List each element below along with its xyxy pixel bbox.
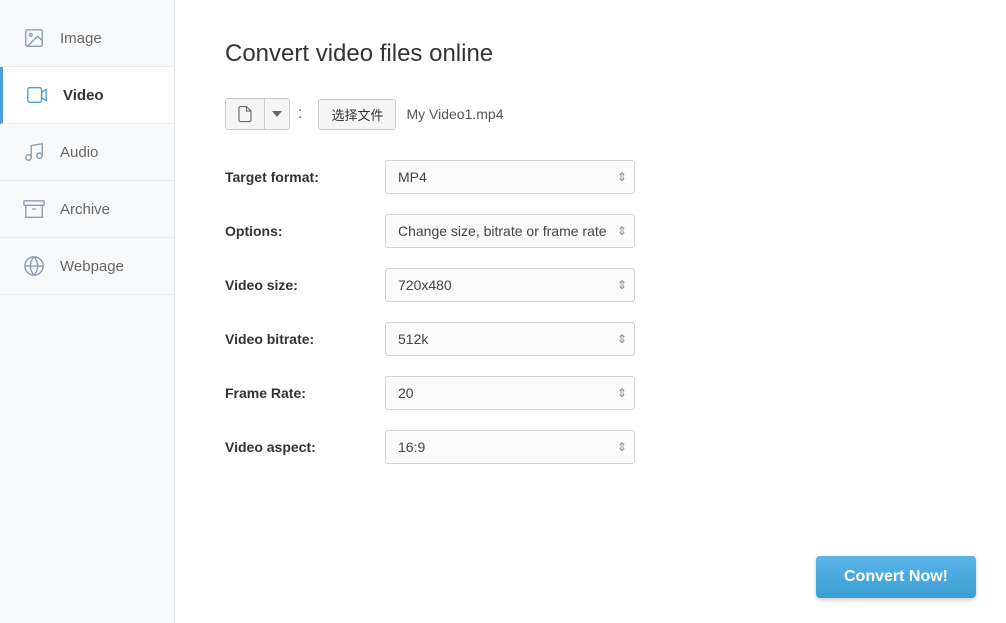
sidebar-item-label: Video <box>63 87 104 104</box>
video-bitrate-select-wrapper: 512k 128k 256k 1024k 2048k <box>385 322 635 356</box>
options-select-wrapper: Change size, bitrate or frame rate Defau… <box>385 214 635 248</box>
colon-separator: : <box>290 105 310 123</box>
file-upload-icon <box>236 105 254 123</box>
dropdown-arrow-icon <box>272 109 282 119</box>
video-size-label: Video size: <box>225 277 385 293</box>
target-format-label: Target format: <box>225 169 385 185</box>
options-label: Options: <box>225 223 385 239</box>
webpage-icon <box>20 252 48 280</box>
target-format-select-wrapper: MP4 AVI MOV MKV WMV FLV WebM <box>385 160 635 194</box>
sidebar-item-webpage[interactable]: Webpage <box>0 238 174 295</box>
video-aspect-row: Video aspect: 16:9 4:3 1:1 21:9 <box>225 430 956 464</box>
sidebar-item-video[interactable]: Video <box>0 67 174 124</box>
video-bitrate-label: Video bitrate: <box>225 331 385 347</box>
choose-file-button[interactable]: 选择文件 <box>318 99 396 130</box>
sidebar-item-archive[interactable]: Archive <box>0 181 174 238</box>
frame-rate-select[interactable]: 20 24 25 30 60 <box>385 376 635 410</box>
video-aspect-select-wrapper: 16:9 4:3 1:1 21:9 <box>385 430 635 464</box>
page-title: Convert video files online <box>225 40 956 68</box>
upload-file-button[interactable] <box>226 99 265 129</box>
options-select[interactable]: Change size, bitrate or frame rate Defau… <box>385 214 635 248</box>
main-wrapper: Convert video files online : 选择文件 My V <box>175 0 1006 623</box>
convert-now-button[interactable]: Convert Now! <box>816 556 976 598</box>
sidebar-item-image[interactable]: Image <box>0 10 174 67</box>
video-aspect-select[interactable]: 16:9 4:3 1:1 21:9 <box>385 430 635 464</box>
sidebar-item-label: Image <box>60 30 102 47</box>
filename-display: My Video1.mp4 <box>406 106 503 122</box>
sidebar-item-label: Webpage <box>60 258 124 275</box>
video-bitrate-select[interactable]: 512k 128k 256k 1024k 2048k <box>385 322 635 356</box>
video-size-row: Video size: 720x480 1920x1080 1280x720 6… <box>225 268 956 302</box>
video-size-select[interactable]: 720x480 1920x1080 1280x720 640x360 320x2… <box>385 268 635 302</box>
video-size-select-wrapper: 720x480 1920x1080 1280x720 640x360 320x2… <box>385 268 635 302</box>
target-format-select[interactable]: MP4 AVI MOV MKV WMV FLV WebM <box>385 160 635 194</box>
upload-dropdown-button[interactable] <box>265 103 289 125</box>
archive-icon <box>20 195 48 223</box>
sidebar: Image Video Audio Archi <box>0 0 175 623</box>
main-content: Convert video files online : 选择文件 My V <box>175 0 1006 623</box>
options-row: Options: Change size, bitrate or frame r… <box>225 214 956 248</box>
video-aspect-label: Video aspect: <box>225 439 385 455</box>
video-bitrate-row: Video bitrate: 512k 128k 256k 1024k 2048… <box>225 322 956 356</box>
audio-icon <box>20 138 48 166</box>
frame-rate-select-wrapper: 20 24 25 30 60 <box>385 376 635 410</box>
frame-rate-row: Frame Rate: 20 24 25 30 60 <box>225 376 956 410</box>
image-icon <box>20 24 48 52</box>
frame-rate-label: Frame Rate: <box>225 385 385 401</box>
convert-button-area: Convert Now! <box>816 556 976 598</box>
sidebar-item-label: Archive <box>60 201 110 218</box>
sidebar-item-audio[interactable]: Audio <box>0 124 174 181</box>
file-upload-row: : 选择文件 My Video1.mp4 <box>225 98 956 130</box>
sidebar-item-label: Audio <box>60 144 98 161</box>
target-format-row: Target format: MP4 AVI MOV MKV WMV FLV W… <box>225 160 956 194</box>
video-icon <box>23 81 51 109</box>
upload-btn-group <box>225 98 290 130</box>
